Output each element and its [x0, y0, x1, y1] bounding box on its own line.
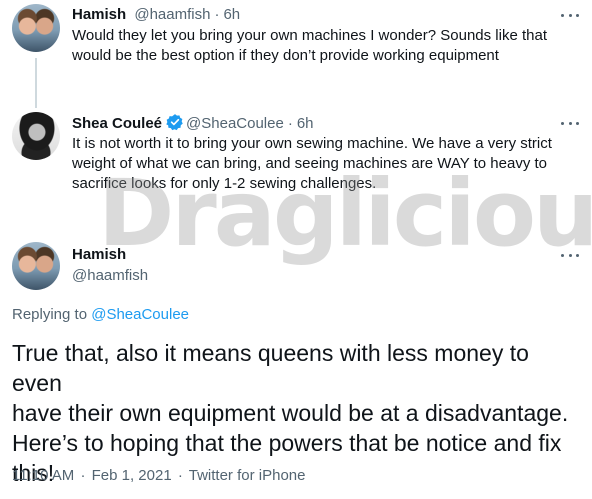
tweet2-text-line: sacrifice looks for only 1-2 sewing chal…: [72, 175, 377, 192]
tweet2-more-icon[interactable]: [561, 120, 579, 126]
tweet2-text: It is not worth it to bring your own sew…: [72, 134, 552, 194]
main-author-name-wrap: Hamish: [72, 245, 126, 265]
tweet-metadata: 11:10 AM · Feb 1, 2021 · Twitter for iPh…: [12, 466, 305, 486]
tweet1-separator: ·: [214, 6, 220, 23]
tweet2-separator: ·: [287, 115, 293, 132]
tweet-date[interactable]: Feb 1, 2021: [92, 467, 172, 484]
avatar-shea-coulee[interactable]: [12, 112, 60, 160]
tweet1-header: Hamish @haamfish · 6h: [72, 5, 240, 25]
tweet-source[interactable]: Twitter for iPhone: [189, 467, 306, 484]
tweet2-text-line: weight of what we can bring, and seeing …: [72, 155, 547, 172]
tweet2-author-handle[interactable]: @SheaCoulee: [186, 115, 284, 132]
tweet1-author-name[interactable]: Hamish: [72, 6, 126, 23]
main-text-line: have their own equipment would be at a d…: [12, 400, 569, 426]
tweet1-author-handle[interactable]: @haamfish: [134, 6, 210, 23]
main-more-icon[interactable]: [561, 252, 579, 258]
tweet2-text-line: It is not worth it to bring your own sew…: [72, 135, 552, 152]
main-author-handle[interactable]: @haamfish: [72, 267, 148, 284]
avatar-hamish[interactable]: [12, 4, 60, 52]
replying-to-mention[interactable]: @SheaCoulee: [91, 306, 189, 323]
tweet1-time[interactable]: 6h: [223, 6, 240, 23]
replying-to-label: Replying to: [12, 306, 88, 323]
main-author-handle-wrap: @haamfish: [72, 266, 148, 286]
tweet-thread: Hamish @haamfish · 6h Would they let you b…: [0, 0, 592, 499]
replying-to: Replying to @SheaCoulee: [12, 305, 189, 325]
tweet2-time[interactable]: 6h: [297, 115, 314, 132]
tweet2-author-name[interactable]: Shea Couleé: [72, 115, 162, 132]
tweet1-text-line: would be the best option if they don’t p…: [72, 47, 499, 64]
meta-separator: ·: [177, 467, 183, 484]
meta-separator: ·: [80, 467, 86, 484]
thread-connector-line: [35, 58, 37, 108]
tweet-time[interactable]: 11:10 AM: [12, 467, 74, 484]
tweet1-more-icon[interactable]: [561, 12, 579, 18]
tweet1-text-line: Would they let you bring your own machin…: [72, 27, 547, 44]
tweet1-text: Would they let you bring your own machin…: [72, 26, 547, 66]
main-text-line: True that, also it means queens with les…: [12, 340, 529, 396]
main-text-line: Here’s to hoping that the powers that be…: [12, 430, 562, 456]
main-avatar-hamish[interactable]: [12, 242, 60, 290]
main-author-name[interactable]: Hamish: [72, 246, 126, 263]
